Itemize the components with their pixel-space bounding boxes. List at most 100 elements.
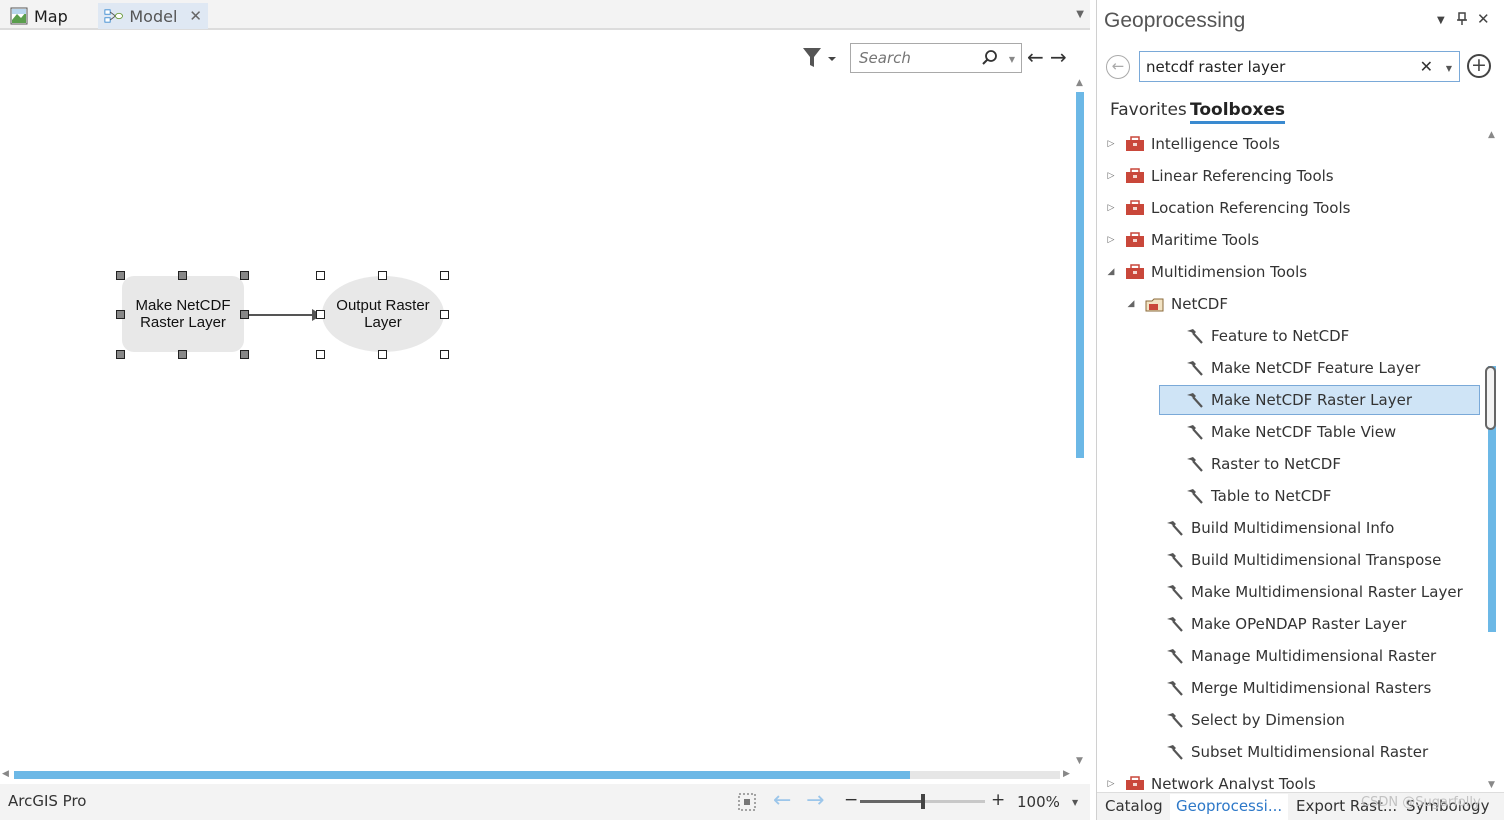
tree-item-label: Make NetCDF Feature Layer: [1211, 359, 1421, 377]
zoom-out-button[interactable]: −: [844, 790, 858, 810]
scroll-grip[interactable]: [1485, 366, 1496, 430]
tree-item-tool[interactable]: Make NetCDF Feature Layer: [1097, 353, 1485, 383]
tree-vertical-scrollbar[interactable]: ▲ ▼: [1485, 128, 1499, 794]
fit-to-window-icon[interactable]: [737, 792, 757, 812]
tree-item-tool[interactable]: Build Multidimensional Info: [1097, 513, 1485, 543]
scroll-right-arrow[interactable]: ▶: [1063, 769, 1070, 779]
tree-item-tool[interactable]: Feature to NetCDF: [1097, 321, 1485, 351]
expand-arrow-icon[interactable]: ▷: [1105, 779, 1117, 789]
clear-search-icon[interactable]: ✕: [1420, 57, 1433, 76]
back-arrow-icon[interactable]: ←: [1027, 46, 1047, 68]
selection-handle[interactable]: [116, 271, 125, 280]
zoom-slider[interactable]: [860, 794, 985, 809]
tool-node-make-netcdf-raster-layer[interactable]: Make NetCDF Raster Layer: [122, 276, 244, 352]
filter-button[interactable]: [800, 46, 840, 70]
bottom-tab-catalog[interactable]: Catalog: [1105, 797, 1163, 815]
tree-item-toolbox[interactable]: ▷ Linear Referencing Tools: [1097, 161, 1485, 191]
tree-item-tool[interactable]: Table to NetCDF: [1097, 481, 1485, 511]
selection-handle[interactable]: [116, 350, 125, 359]
selection-handle[interactable]: [116, 310, 125, 319]
tab-favorites[interactable]: Favorites: [1110, 100, 1187, 120]
model-search-input[interactable]: [859, 48, 979, 68]
scroll-down-arrow[interactable]: ▼: [1488, 780, 1495, 790]
collapse-arrow-icon[interactable]: ◢: [1105, 267, 1117, 277]
selection-handle[interactable]: [240, 350, 249, 359]
tree-item-toolbox[interactable]: ◢ Multidimension Tools: [1097, 257, 1485, 287]
selection-handle[interactable]: [440, 310, 449, 319]
tab-map[interactable]: Map: [4, 3, 74, 29]
selection-handle[interactable]: [378, 350, 387, 359]
selection-handle[interactable]: [240, 310, 249, 319]
tab-overflow-dropdown[interactable]: ▼: [1076, 9, 1084, 20]
bottom-tab-geoprocessing[interactable]: Geoprocessi...: [1170, 794, 1289, 820]
scroll-left-arrow[interactable]: ◀: [2, 769, 9, 779]
close-pane-icon[interactable]: ✕: [1477, 10, 1490, 28]
model-search-field[interactable]: ▼: [850, 43, 1022, 73]
model-vertical-scrollbar[interactable]: ▲ ▼: [1073, 78, 1087, 768]
toolset-icon: [1145, 298, 1164, 312]
scroll-up-arrow[interactable]: ▲: [1076, 78, 1083, 88]
scroll-up-arrow[interactable]: ▲: [1488, 130, 1495, 140]
tree-item-tool[interactable]: Select by Dimension: [1097, 705, 1485, 735]
add-toolbox-button[interactable]: +: [1467, 54, 1491, 78]
app-name: ArcGIS Pro: [8, 792, 87, 810]
previous-extent-icon[interactable]: ←: [773, 788, 791, 813]
next-extent-icon[interactable]: →: [806, 788, 824, 813]
expand-arrow-icon[interactable]: ▷: [1105, 171, 1117, 181]
tool-search-input[interactable]: [1146, 57, 1416, 77]
tree-item-tool[interactable]: Raster to NetCDF: [1097, 449, 1485, 479]
search-dropdown-arrow[interactable]: ▼: [1446, 64, 1452, 73]
expand-arrow-icon[interactable]: ▷: [1105, 203, 1117, 213]
tree-item-tool[interactable]: Subset Multidimensional Raster: [1097, 737, 1485, 767]
model-horizontal-scrollbar[interactable]: ◀ ▶: [0, 768, 1075, 782]
zoom-slider-handle[interactable]: [920, 794, 925, 809]
selection-handle[interactable]: [240, 271, 249, 280]
tree-item-tool[interactable]: Merge Multidimensional Rasters: [1097, 673, 1485, 703]
selection-handle[interactable]: [440, 271, 449, 280]
tree-item-toolbox[interactable]: ▷ Network Analyst Tools: [1097, 769, 1485, 790]
selection-handle[interactable]: [440, 350, 449, 359]
tree-item-tool[interactable]: Manage Multidimensional Raster: [1097, 641, 1485, 671]
tab-model[interactable]: Model ✕: [98, 3, 208, 29]
selection-handle[interactable]: [178, 350, 187, 359]
output-node-raster-layer[interactable]: Output Raster Layer: [322, 276, 444, 352]
zoom-dropdown-arrow[interactable]: ▼: [1072, 798, 1078, 807]
selection-handle[interactable]: [316, 350, 325, 359]
search-dropdown-arrow[interactable]: ▼: [1009, 55, 1015, 64]
zoom-in-button[interactable]: +: [991, 790, 1005, 810]
collapse-arrow-icon[interactable]: ◢: [1125, 299, 1137, 309]
selection-handle[interactable]: [316, 271, 325, 280]
tool-search-field[interactable]: ✕ ▼: [1139, 51, 1460, 82]
tree-item-tool[interactable]: Build Multidimensional Transpose: [1097, 545, 1485, 575]
scroll-thumb[interactable]: [1076, 92, 1084, 458]
tree-item-tool[interactable]: Make OPeNDAP Raster Layer: [1097, 609, 1485, 639]
tree-item-toolbox[interactable]: ▷ Intelligence Tools: [1097, 129, 1485, 159]
search-icon[interactable]: [981, 49, 999, 67]
document-tab-bar: Map Model ✕ ▼: [0, 0, 1090, 30]
tab-toolboxes[interactable]: Toolboxes: [1190, 100, 1285, 124]
connector-line[interactable]: [244, 314, 322, 316]
scroll-down-arrow[interactable]: ▼: [1076, 756, 1083, 766]
close-icon[interactable]: ✕: [189, 7, 202, 25]
expand-arrow-icon[interactable]: ▷: [1105, 235, 1117, 245]
scroll-thumb[interactable]: [14, 771, 910, 779]
tree-item-tool[interactable]: Make NetCDF Table View: [1097, 417, 1485, 447]
selection-handle[interactable]: [178, 271, 187, 280]
pin-icon[interactable]: [1456, 12, 1468, 26]
tool-node-label-line2: Raster Layer: [140, 314, 226, 331]
tree-item-tool[interactable]: Make NetCDF Raster Layer: [1097, 385, 1485, 415]
tree-item-tool[interactable]: Make Multidimensional Raster Layer: [1097, 577, 1485, 607]
model-diagram[interactable]: Make NetCDF Raster Layer Output Raster L…: [110, 265, 460, 365]
forward-arrow-icon[interactable]: →: [1050, 46, 1070, 68]
tree-item-toolbox[interactable]: ▷ Location Referencing Tools: [1097, 193, 1485, 223]
tree-item-label: Make Multidimensional Raster Layer: [1191, 583, 1463, 601]
selection-handle[interactable]: [378, 271, 387, 280]
pane-menu-dropdown[interactable]: ▼: [1437, 15, 1445, 26]
back-button[interactable]: ←: [1106, 55, 1130, 79]
tree-item-toolbox[interactable]: ▷ Maritime Tools: [1097, 225, 1485, 255]
pane-title: Geoprocessing: [1104, 9, 1246, 32]
tree-item-toolset[interactable]: ◢ NetCDF: [1097, 289, 1485, 319]
zoom-level-value[interactable]: 100%: [1017, 793, 1060, 811]
selection-handle[interactable]: [316, 310, 325, 319]
expand-arrow-icon[interactable]: ▷: [1105, 139, 1117, 149]
